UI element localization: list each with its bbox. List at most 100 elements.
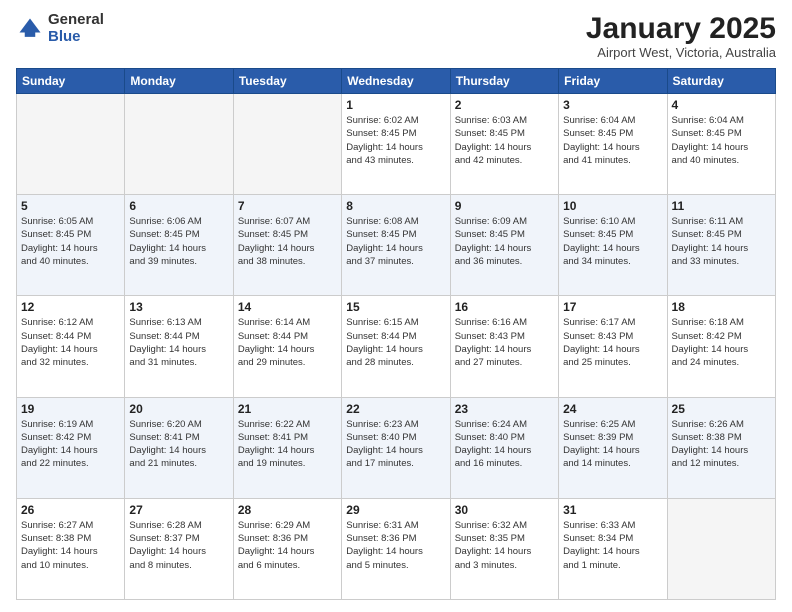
calendar-cell: 9 Sunrise: 6:09 AM Sunset: 8:45 PM Daylig…	[450, 195, 558, 296]
day-info: Sunrise: 6:10 AM Sunset: 8:45 PM Dayligh…	[563, 215, 662, 268]
day-info: Sunrise: 6:08 AM Sunset: 8:45 PM Dayligh…	[346, 215, 445, 268]
day-number: 24	[563, 402, 662, 416]
day-number: 10	[563, 199, 662, 213]
day-info: Sunrise: 6:03 AM Sunset: 8:45 PM Dayligh…	[455, 114, 554, 167]
header-tuesday: Tuesday	[233, 69, 341, 94]
day-info: Sunrise: 6:32 AM Sunset: 8:35 PM Dayligh…	[455, 519, 554, 572]
calendar-cell: 1 Sunrise: 6:02 AM Sunset: 8:45 PM Daylig…	[342, 94, 450, 195]
day-number: 12	[21, 300, 120, 314]
day-number: 9	[455, 199, 554, 213]
calendar-cell: 10 Sunrise: 6:10 AM Sunset: 8:45 PM Dayli…	[559, 195, 667, 296]
calendar-cell: 18 Sunrise: 6:18 AM Sunset: 8:42 PM Dayli…	[667, 296, 775, 397]
calendar-cell: 12 Sunrise: 6:12 AM Sunset: 8:44 PM Dayli…	[17, 296, 125, 397]
day-number: 20	[129, 402, 228, 416]
calendar-cell: 31 Sunrise: 6:33 AM Sunset: 8:34 PM Dayli…	[559, 498, 667, 599]
day-number: 14	[238, 300, 337, 314]
header-thursday: Thursday	[450, 69, 558, 94]
calendar-cell: 7 Sunrise: 6:07 AM Sunset: 8:45 PM Daylig…	[233, 195, 341, 296]
calendar-cell	[667, 498, 775, 599]
calendar-cell: 24 Sunrise: 6:25 AM Sunset: 8:39 PM Dayli…	[559, 397, 667, 498]
day-number: 11	[672, 199, 771, 213]
day-info: Sunrise: 6:28 AM Sunset: 8:37 PM Dayligh…	[129, 519, 228, 572]
day-number: 2	[455, 98, 554, 112]
day-number: 1	[346, 98, 445, 112]
calendar-cell: 16 Sunrise: 6:16 AM Sunset: 8:43 PM Dayli…	[450, 296, 558, 397]
calendar-cell: 23Sunrise: 6:24 AM Sunset: 8:40 PM Dayli…	[450, 397, 558, 498]
day-info: Sunrise: 6:15 AM Sunset: 8:44 PM Dayligh…	[346, 316, 445, 369]
day-number: 18	[672, 300, 771, 314]
day-number: 30	[455, 503, 554, 517]
calendar-cell: 21Sunrise: 6:22 AM Sunset: 8:41 PM Dayli…	[233, 397, 341, 498]
header-monday: Monday	[125, 69, 233, 94]
day-info: Sunrise: 6:07 AM Sunset: 8:45 PM Dayligh…	[238, 215, 337, 268]
day-number: 29	[346, 503, 445, 517]
header: General Blue January 2025 Airport West, …	[16, 12, 776, 60]
day-number: 4	[672, 98, 771, 112]
day-info: Sunrise: 6:13 AM Sunset: 8:44 PM Dayligh…	[129, 316, 228, 369]
day-info: Sunrise: 6:29 AM Sunset: 8:36 PM Dayligh…	[238, 519, 337, 572]
header-saturday: Saturday	[667, 69, 775, 94]
calendar-cell: 6 Sunrise: 6:06 AM Sunset: 8:45 PM Daylig…	[125, 195, 233, 296]
header-wednesday: Wednesday	[342, 69, 450, 94]
calendar-cell: 20 Sunrise: 6:20 AM Sunset: 8:41 PM Dayli…	[125, 397, 233, 498]
calendar-cell: 30 Sunrise: 6:32 AM Sunset: 8:35 PM Dayli…	[450, 498, 558, 599]
week-row-5: 26 Sunrise: 6:27 AM Sunset: 8:38 PM Dayli…	[17, 498, 776, 599]
logo-general-text: General	[48, 12, 104, 29]
calendar-cell	[125, 94, 233, 195]
calendar-cell: 27Sunrise: 6:28 AM Sunset: 8:37 PM Dayli…	[125, 498, 233, 599]
calendar-cell: 3Sunrise: 6:04 AM Sunset: 8:45 PM Daylig…	[559, 94, 667, 195]
logo-icon	[16, 15, 44, 43]
day-info: Sunrise: 6:33 AM Sunset: 8:34 PM Dayligh…	[563, 519, 662, 572]
day-number: 31	[563, 503, 662, 517]
calendar-cell: 22 Sunrise: 6:23 AM Sunset: 8:40 PM Dayli…	[342, 397, 450, 498]
day-number: 19	[21, 402, 120, 416]
day-number: 13	[129, 300, 228, 314]
calendar-cell: 19Sunrise: 6:19 AM Sunset: 8:42 PM Dayli…	[17, 397, 125, 498]
location-subtitle: Airport West, Victoria, Australia	[586, 45, 776, 60]
day-info: Sunrise: 6:09 AM Sunset: 8:45 PM Dayligh…	[455, 215, 554, 268]
day-info: Sunrise: 6:05 AM Sunset: 8:45 PM Dayligh…	[21, 215, 120, 268]
calendar-cell	[17, 94, 125, 195]
calendar-cell: 5Sunrise: 6:05 AM Sunset: 8:45 PM Daylig…	[17, 195, 125, 296]
day-number: 17	[563, 300, 662, 314]
calendar-cell: 28Sunrise: 6:29 AM Sunset: 8:36 PM Dayli…	[233, 498, 341, 599]
day-number: 6	[129, 199, 228, 213]
calendar-cell: 15 Sunrise: 6:15 AM Sunset: 8:44 PM Dayli…	[342, 296, 450, 397]
day-info: Sunrise: 6:04 AM Sunset: 8:45 PM Dayligh…	[563, 114, 662, 167]
calendar-cell: 29 Sunrise: 6:31 AM Sunset: 8:36 PM Dayli…	[342, 498, 450, 599]
day-info: Sunrise: 6:04 AM Sunset: 8:45 PM Dayligh…	[672, 114, 771, 167]
logo-blue-text: Blue	[48, 29, 104, 46]
day-number: 7	[238, 199, 337, 213]
calendar-cell: 26 Sunrise: 6:27 AM Sunset: 8:38 PM Dayli…	[17, 498, 125, 599]
day-info: Sunrise: 6:23 AM Sunset: 8:40 PM Dayligh…	[346, 418, 445, 471]
calendar-cell: 4 Sunrise: 6:04 AM Sunset: 8:45 PM Daylig…	[667, 94, 775, 195]
logo-text: General Blue	[48, 12, 104, 45]
day-number: 8	[346, 199, 445, 213]
logo: General Blue	[16, 12, 104, 45]
day-info: Sunrise: 6:06 AM Sunset: 8:45 PM Dayligh…	[129, 215, 228, 268]
day-info: Sunrise: 6:31 AM Sunset: 8:36 PM Dayligh…	[346, 519, 445, 572]
week-row-3: 12 Sunrise: 6:12 AM Sunset: 8:44 PM Dayli…	[17, 296, 776, 397]
week-row-2: 5Sunrise: 6:05 AM Sunset: 8:45 PM Daylig…	[17, 195, 776, 296]
day-info: Sunrise: 6:18 AM Sunset: 8:42 PM Dayligh…	[672, 316, 771, 369]
day-number: 26	[21, 503, 120, 517]
day-number: 15	[346, 300, 445, 314]
day-info: Sunrise: 6:27 AM Sunset: 8:38 PM Dayligh…	[21, 519, 120, 572]
day-number: 21	[238, 402, 337, 416]
calendar-cell: 11Sunrise: 6:11 AM Sunset: 8:45 PM Dayli…	[667, 195, 775, 296]
day-info: Sunrise: 6:25 AM Sunset: 8:39 PM Dayligh…	[563, 418, 662, 471]
day-number: 22	[346, 402, 445, 416]
day-info: Sunrise: 6:02 AM Sunset: 8:45 PM Dayligh…	[346, 114, 445, 167]
title-area: January 2025 Airport West, Victoria, Aus…	[586, 12, 776, 60]
day-info: Sunrise: 6:12 AM Sunset: 8:44 PM Dayligh…	[21, 316, 120, 369]
calendar-cell: 25Sunrise: 6:26 AM Sunset: 8:38 PM Dayli…	[667, 397, 775, 498]
month-title: January 2025	[586, 12, 776, 45]
day-info: Sunrise: 6:24 AM Sunset: 8:40 PM Dayligh…	[455, 418, 554, 471]
day-info: Sunrise: 6:17 AM Sunset: 8:43 PM Dayligh…	[563, 316, 662, 369]
day-info: Sunrise: 6:20 AM Sunset: 8:41 PM Dayligh…	[129, 418, 228, 471]
calendar-cell: 2 Sunrise: 6:03 AM Sunset: 8:45 PM Daylig…	[450, 94, 558, 195]
calendar-cell: 13 Sunrise: 6:13 AM Sunset: 8:44 PM Dayli…	[125, 296, 233, 397]
day-number: 16	[455, 300, 554, 314]
page: General Blue January 2025 Airport West, …	[0, 0, 792, 612]
day-info: Sunrise: 6:16 AM Sunset: 8:43 PM Dayligh…	[455, 316, 554, 369]
